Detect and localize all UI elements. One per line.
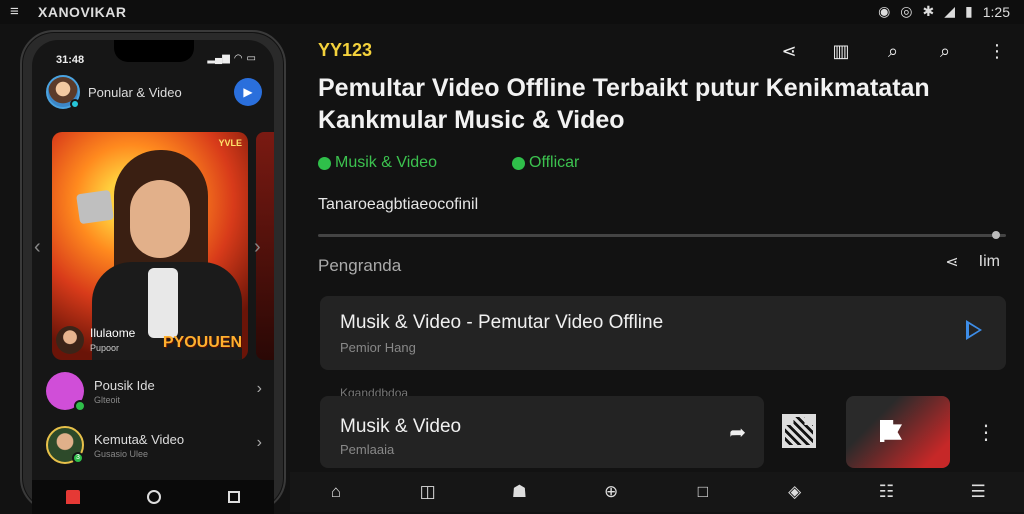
list-item-sub: Gusasio Ulee <box>94 448 149 459</box>
video-card-title: Musik & Video <box>340 416 462 437</box>
status-time: 1:25 <box>982 3 1010 20</box>
list-item[interactable]: Pousik Ide Glteoit › <box>46 368 268 414</box>
green-dot-icon <box>318 156 331 170</box>
forward-icon[interactable]: ➦ <box>729 420 746 445</box>
video-card-title: Musik & Video - Pemutar Video Offline <box>340 312 664 333</box>
hero-thumbnail[interactable]: YVLE PYOUUEN Ilulaome Pupoor <box>52 132 248 360</box>
share-row: ⋖ Iim <box>945 252 1000 272</box>
square-icon[interactable]: □ <box>692 481 714 503</box>
chevron-right-icon: › <box>256 380 262 397</box>
battery-icon: ▮ <box>965 3 973 19</box>
alarm-icon: ◎ <box>900 3 913 19</box>
chevron-right-icon: › <box>256 434 262 451</box>
list-item-title: Pousik Ide <box>94 377 155 393</box>
green-dot-icon <box>512 156 525 170</box>
wifi-icon: ◠ <box>233 53 243 64</box>
gem-icon[interactable]: ◈ <box>784 481 806 503</box>
channel-name[interactable]: YY123 <box>318 40 372 61</box>
search-icon[interactable]: ⌕ <box>934 40 956 62</box>
hero-sub: Pupoor <box>90 343 120 353</box>
signal-icon: ◢ <box>944 3 956 19</box>
video-card[interactable]: Musik & Video - Pemutar Video Offline Pe… <box>320 296 1006 370</box>
page-title: Pemultar Video Offline Terbaikt putur Ke… <box>318 72 978 136</box>
more-icon[interactable]: ⋮ <box>976 420 996 445</box>
phone-prop <box>76 189 114 225</box>
carousel-next-icon[interactable]: › <box>254 236 261 259</box>
avatar <box>46 372 86 412</box>
explore-icon[interactable]: ☗ <box>508 481 530 503</box>
share-icon[interactable]: ⋖ <box>945 252 958 272</box>
section-heading: Pengranda <box>318 256 402 275</box>
status-label: Offlicar <box>529 154 580 171</box>
phone-notch <box>114 40 194 62</box>
hero-caption: PYOUUEN <box>162 334 242 351</box>
phone-status-icons: ▂▄▆ ◠ ▭ <box>207 53 256 64</box>
title-line-1: Pemultar Video Offline Terbaikt putur Ke… <box>318 74 930 102</box>
share-icon[interactable]: ⋖ <box>778 40 800 62</box>
video-call-button[interactable]: ▶ <box>234 78 262 106</box>
video-thumbnail[interactable] <box>846 396 950 468</box>
library-icon[interactable]: ▥ <box>830 40 852 62</box>
home-icon[interactable] <box>65 490 80 504</box>
avatar: 3 <box>46 426 84 464</box>
recents-icon[interactable] <box>228 491 241 503</box>
notifications-icon[interactable]: ☷ <box>875 481 897 503</box>
more-icon[interactable]: ⋮ <box>986 40 1008 62</box>
phone-screen: 31:48 ▂▄▆ ◠ ▭ Ponular & Video ▶ ‹ YVLE P… <box>32 40 274 514</box>
video-card-subtitle: Pemlaaia <box>340 442 395 457</box>
status-brand: XANOVIKAR <box>38 4 127 20</box>
data-icon: ✱ <box>922 3 935 19</box>
progress-knob[interactable] <box>992 231 1000 239</box>
list-item[interactable]: 3 Kemuta& Video Gusasio Ulee › <box>46 422 268 468</box>
phone-header-title: Ponular & Video <box>88 84 182 100</box>
hamburger-icon[interactable]: ≡ <box>10 3 19 20</box>
flag-icon <box>880 420 902 442</box>
category-tag[interactable]: Musik & Video <box>318 154 437 172</box>
phone-time: 31:48 <box>56 54 85 66</box>
phone-header: Ponular & Video ▶ <box>46 74 262 110</box>
video-card-subtitle: Pemior Hang <box>340 340 416 355</box>
list-item-title: Kemuta& Video <box>94 431 185 447</box>
hero-badge: YVLE <box>218 138 242 148</box>
progress-bar[interactable] <box>318 231 1006 239</box>
online-dot <box>70 99 80 109</box>
top-toolbar: ⋖ ▥ ⌕ ⌕ ⋮ <box>778 40 1008 62</box>
bottom-nav: ⌂ ◫ ☗ ⊕ □ ◈ ☷ ☰ <box>290 472 1024 512</box>
home-icon[interactable]: ⌂ <box>325 481 347 503</box>
carousel-prev-icon[interactable]: ‹ <box>34 236 41 259</box>
circle-home-icon[interactable] <box>146 490 161 504</box>
list-icon[interactable]: ☰ <box>967 481 989 503</box>
hero-avatar <box>56 326 84 354</box>
add-icon[interactable]: ⊕ <box>600 481 622 503</box>
play-icon[interactable] <box>966 320 982 340</box>
info-icon[interactable]: ◫ <box>417 481 439 503</box>
list-item-sub: Glteoit <box>94 394 121 405</box>
status-bar: ≡ XANOVIKAR ◉ ◎ ✱ ◢ ▮ 1:25 <box>0 0 1024 24</box>
category-label: Musik & Video <box>335 154 437 171</box>
battery-icon: ▭ <box>246 53 256 64</box>
avatar[interactable] <box>46 75 80 109</box>
signal-icon: ▂▄▆ <box>207 53 230 64</box>
record-icon: ◉ <box>878 3 891 19</box>
hero-name: Ilulaome <box>90 326 136 340</box>
search-icon[interactable]: ⌕ <box>882 40 904 62</box>
title-line-2: Kankmular Music & Video <box>318 106 625 134</box>
share-label[interactable]: Iim <box>979 253 1000 271</box>
phone-mockup: 31:48 ▂▄▆ ◠ ▭ Ponular & Video ▶ ‹ YVLE P… <box>20 30 286 514</box>
qr-code-icon[interactable] <box>782 414 816 448</box>
description: Tanaroeagbtiaeocofinil <box>318 196 479 213</box>
status-icons: ◉ ◎ ✱ ◢ ▮ 1:25 <box>878 3 1010 20</box>
video-card[interactable]: Musik & Video Pemlaaia ➦ <box>320 396 764 468</box>
status-tag[interactable]: Offlicar <box>512 154 579 172</box>
phone-nav-bar <box>32 480 274 514</box>
